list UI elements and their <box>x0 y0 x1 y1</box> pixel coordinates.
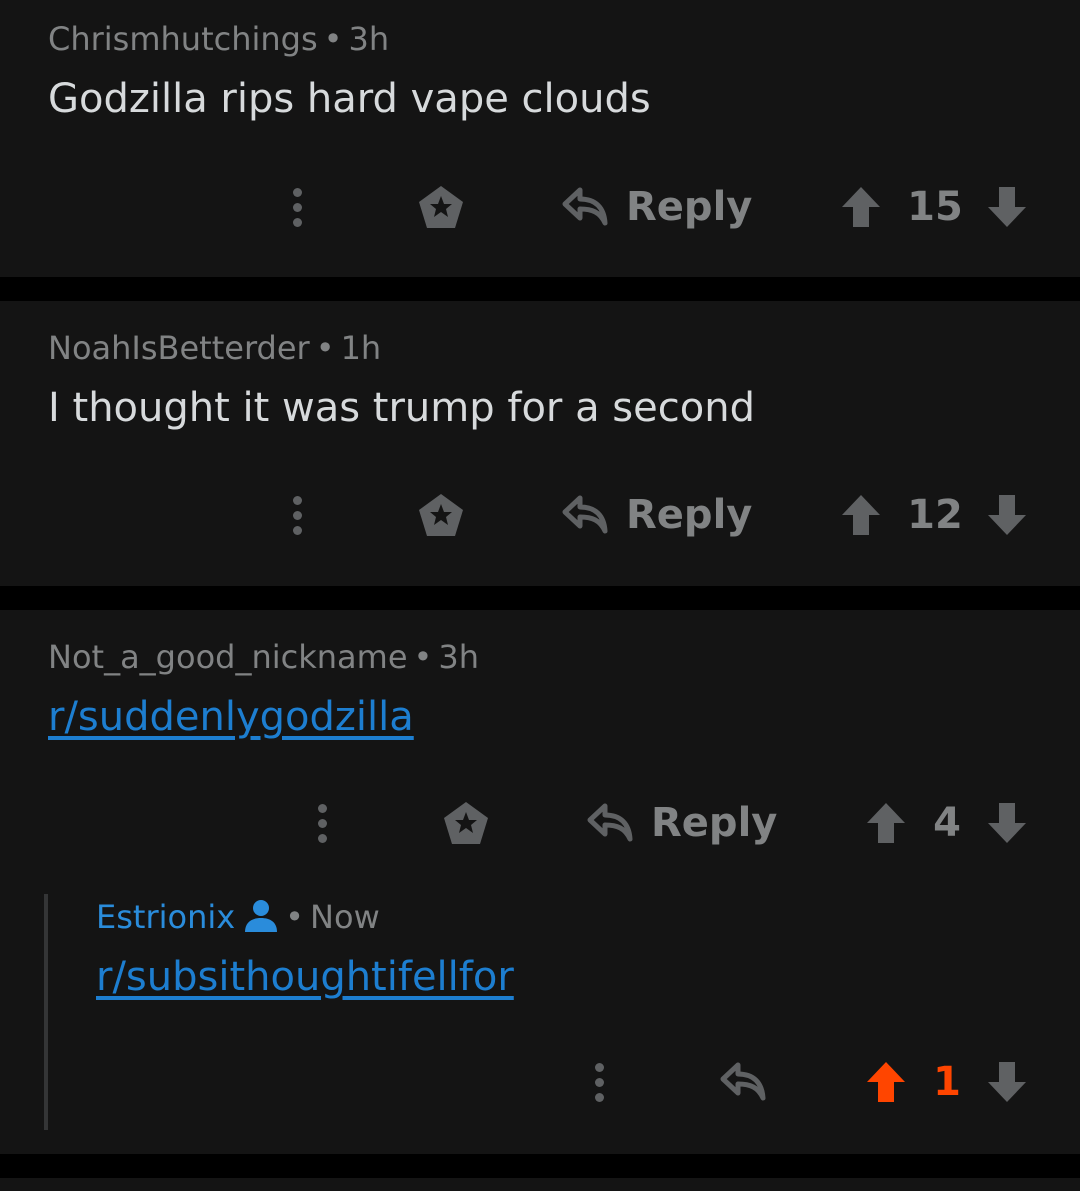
meta-separator: • <box>285 898 305 936</box>
meta-separator: • <box>315 329 335 367</box>
comment-action-row: Reply 15 <box>0 177 1080 237</box>
vote-score: 1 <box>933 1059 961 1105</box>
reply-username[interactable]: Estrionix <box>96 898 235 936</box>
comment-card <box>0 1178 1080 1191</box>
reply-arrow-icon <box>587 803 633 842</box>
reply-age: Now <box>310 898 380 936</box>
reply-button[interactable]: Reply <box>562 485 752 545</box>
meta-separator: • <box>413 638 433 676</box>
subreddit-link[interactable]: r/suddenlygodzilla <box>48 694 414 740</box>
reply-button[interactable]: Reply <box>587 793 777 853</box>
comment-body: Godzilla rips hard vape clouds <box>48 76 651 122</box>
comment-action-row: Reply 12 <box>0 485 1080 545</box>
comment-age: 3h <box>348 20 390 58</box>
vote-score: 15 <box>907 184 963 230</box>
downvote-arrow-icon[interactable] <box>986 801 1028 845</box>
reply-meta: Estrionix • Now <box>96 898 380 936</box>
reply-action-row: 1 <box>0 1052 1080 1112</box>
downvote-arrow-icon[interactable] <box>986 185 1028 229</box>
upvote-arrow-icon[interactable] <box>840 493 882 537</box>
comment-card: Chrismhutchings • 3h Godzilla rips hard va… <box>0 0 1080 277</box>
upvote-arrow-icon[interactable] <box>865 801 907 845</box>
more-options-icon[interactable] <box>584 1052 614 1112</box>
reply-button[interactable]: Reply <box>562 177 752 237</box>
vote-score: 4 <box>933 800 961 846</box>
comment-meta: NoahIsBetterder • 1h <box>48 329 381 367</box>
subreddit-link[interactable]: r/subsithoughtifellfor <box>96 954 514 1000</box>
upvote-arrow-icon[interactable] <box>865 1060 907 1104</box>
comment-meta: Chrismhutchings • 3h <box>48 20 389 58</box>
downvote-arrow-icon[interactable] <box>986 1060 1028 1104</box>
comment-age: 1h <box>340 329 382 367</box>
comment-card: Not_a_good_nickname • 3h r/suddenlygodzill… <box>0 610 1080 1154</box>
comment-meta: Not_a_good_nickname • 3h <box>48 638 479 676</box>
comment-age: 3h <box>438 638 480 676</box>
more-options-icon[interactable] <box>282 485 312 545</box>
comment-action-row: Reply 4 <box>0 793 1080 853</box>
comment-username[interactable]: NoahIsBetterder <box>48 329 310 367</box>
reply-arrow-icon <box>562 187 608 226</box>
reply-label: Reply <box>651 800 778 846</box>
downvote-arrow-icon[interactable] <box>986 493 1028 537</box>
reply-arrow-icon <box>562 495 608 534</box>
award-icon[interactable] <box>443 801 489 845</box>
comment-username[interactable]: Chrismhutchings <box>48 20 318 58</box>
award-icon[interactable] <box>418 493 464 537</box>
comment-card: NoahIsBetterder • 1h I thought it was trum… <box>0 301 1080 586</box>
reply-label: Reply <box>626 184 753 230</box>
vote-score: 12 <box>907 492 963 538</box>
meta-separator: • <box>323 20 343 58</box>
upvote-arrow-icon[interactable] <box>840 185 882 229</box>
award-icon[interactable] <box>418 185 464 229</box>
more-options-icon[interactable] <box>307 793 337 853</box>
reply-arrow-icon[interactable] <box>720 1062 766 1102</box>
reply-label: Reply <box>626 492 753 538</box>
comment-body: I thought it was trump for a second <box>48 385 755 431</box>
comment-username[interactable]: Not_a_good_nickname <box>48 638 408 676</box>
user-profile-icon <box>245 900 278 932</box>
more-options-icon[interactable] <box>282 177 312 237</box>
